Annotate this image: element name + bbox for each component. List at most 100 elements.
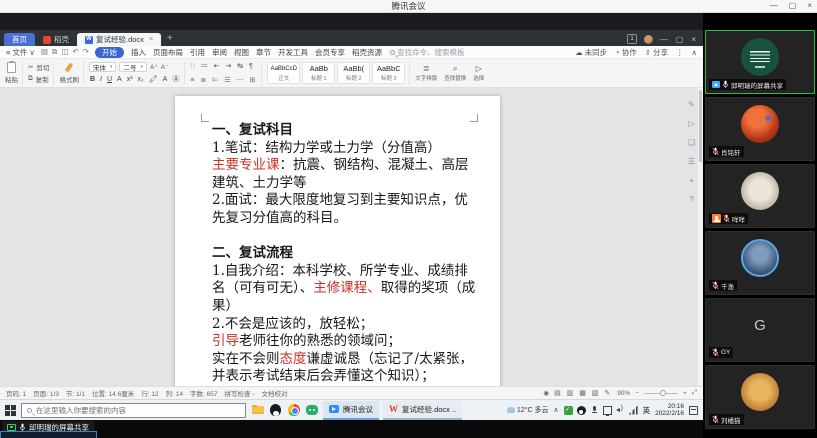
redo-icon[interactable]: ↷ <box>83 47 89 57</box>
clock[interactable]: 20:16 2022/2/16 <box>655 403 684 418</box>
participant-tile[interactable]: 邱明瑞的屏幕共享 <box>705 30 815 94</box>
outline-icon[interactable]: ☰ <box>688 157 695 166</box>
save-icon[interactable]: ▤ <box>41 47 48 57</box>
wps-minimize-icon[interactable]: — <box>660 35 668 44</box>
format-painter-button[interactable]: 格式刷 <box>59 61 84 85</box>
status-item[interactable]: 节: 1/1 <box>66 388 85 398</box>
copy-button[interactable]: ⧉复制 <box>28 74 49 84</box>
document-page[interactable]: 一、复试科目1.笔试：结构力学或土力学（分值高）主要专业课：抗震、钢结构、混凝土… <box>175 96 500 386</box>
new-tab-button[interactable]: + <box>161 33 179 46</box>
paragraph-buttons-row2[interactable]: ≡ ≣ ⊨ ☰ ⋯ ⊞ <box>190 76 257 84</box>
participant-tile[interactable]: 刘橘猫 <box>705 365 815 429</box>
superscript-button[interactable]: x² <box>126 76 134 83</box>
strikethrough-button[interactable]: A <box>116 76 123 83</box>
status-item[interactable]: 文档校对 <box>261 388 287 398</box>
qq-tray-icon[interactable] <box>577 406 586 415</box>
status-item[interactable]: 位置: 14.6厘米 <box>92 388 134 398</box>
participant-tile[interactable]: G GY <box>705 298 815 362</box>
print-icon[interactable]: ⧉ <box>52 47 57 57</box>
wps-maximize-icon[interactable]: ▢ <box>676 35 684 44</box>
maximize-icon[interactable]: ▢ <box>789 0 797 12</box>
paragraph-buttons-row1[interactable]: ∷ ≔ ⇤ ⇥ ↹ ¶ <box>190 62 257 70</box>
participant-tile[interactable]: 咩咩 <box>705 164 815 228</box>
taskbar-search[interactable]: 在这里输入你要搜索的内容 <box>21 403 246 418</box>
start-button[interactable] <box>3 403 17 417</box>
participant-tile[interactable]: 千渔 <box>705 231 815 295</box>
minimize-icon[interactable]: — <box>770 0 778 12</box>
view-mode-buttons[interactable]: ▤ ▥ ▦ ▧ ✎ <box>554 389 612 397</box>
fullscreen-icon[interactable]: ⤢ <box>692 389 697 397</box>
participant-tile[interactable]: 肖铭轩 <box>705 97 815 161</box>
tab-wps-home[interactable]: 首页 <box>4 33 35 46</box>
mic-tray-icon[interactable] <box>590 406 599 415</box>
zoom-out-icon[interactable]: − <box>635 390 639 397</box>
document-text[interactable]: 一、复试科目1.笔试：结构力学或土力学（分值高）主要专业课：抗震、钢结构、混凝土… <box>212 122 472 386</box>
paste-button[interactable]: 粘贴 <box>5 61 23 85</box>
zoom-level[interactable]: 90% <box>617 390 630 397</box>
style-card[interactable]: AaBbCcD正文 <box>267 62 300 84</box>
increase-font-icon[interactable]: A⁺ <box>150 63 158 71</box>
qq-icon[interactable] <box>268 403 283 418</box>
menu-item[interactable]: 会员专享 <box>315 47 345 58</box>
menu-item[interactable]: 视图 <box>234 47 249 58</box>
explorer-icon[interactable] <box>250 403 265 418</box>
style-card[interactable]: AaBb(标题 2 <box>337 62 370 84</box>
weather-widget[interactable]: 12°C 多云 <box>507 405 549 415</box>
enclose-char-button[interactable]: Ⓐ <box>171 74 180 84</box>
status-item[interactable]: 列: 14 <box>166 388 183 398</box>
taskbar-document-button[interactable]: W 复试经验.docx .. <box>383 401 462 420</box>
status-item[interactable]: 页面: 1/3 <box>33 388 59 398</box>
font-name-select[interactable]: 宋体▾ <box>89 62 117 72</box>
command-search[interactable]: 查找命令、搜索模板 <box>390 47 465 58</box>
subscript-button[interactable]: x₂ <box>137 76 145 83</box>
menu-item[interactable]: 章节 <box>256 47 271 58</box>
scrollbar-thumb[interactable] <box>699 90 702 162</box>
undo-icon[interactable]: ↶ <box>72 47 78 57</box>
font-color-button[interactable]: A <box>162 76 169 83</box>
underline-button[interactable]: U <box>106 76 113 83</box>
status-item[interactable]: 行: 12 <box>141 388 158 398</box>
highlight-button[interactable]: 🖍 <box>148 75 159 83</box>
notification-badge[interactable]: 1 <box>627 34 636 44</box>
menu-item[interactable]: 引用 <box>190 47 205 58</box>
menu-item[interactable]: 审阅 <box>212 47 227 58</box>
close-icon[interactable]: × <box>807 0 812 12</box>
find-replace-button[interactable]: ⌕ 查找替换 <box>444 64 466 82</box>
menu-item[interactable]: 稻壳资源 <box>352 47 382 58</box>
file-menu[interactable]: ≡ 文件 ∨ <box>6 47 35 58</box>
action-center-icon[interactable] <box>689 406 698 415</box>
display-tray-icon[interactable] <box>603 406 612 415</box>
security-tray-icon[interactable] <box>564 406 573 415</box>
avatar[interactable] <box>644 35 653 44</box>
collapse-ribbon-icon[interactable]: ∧ <box>692 48 698 57</box>
status-item[interactable]: 字数: 657 <box>190 388 217 398</box>
network-tray-icon[interactable] <box>629 406 638 415</box>
font-size-select[interactable]: 二号▾ <box>119 62 147 72</box>
volume-tray-icon[interactable] <box>616 406 625 415</box>
menu-item[interactable]: 开始 <box>95 47 124 58</box>
more-icon[interactable]: ⋮ <box>676 48 684 57</box>
add-icon[interactable]: + <box>689 176 694 185</box>
text-layout-button[interactable]: ≣ 文字排版 <box>415 64 437 82</box>
status-item[interactable]: 拼写检查 - <box>224 388 254 398</box>
style-card[interactable]: AaBbC标题 3 <box>372 62 405 84</box>
tab-close-icon[interactable]: × <box>149 33 153 46</box>
style-card[interactable]: AaBb标题 1 <box>302 62 335 84</box>
collaborate-button[interactable]: ◔ 协作 <box>615 47 637 58</box>
share-button[interactable]: ⇧ 分享 <box>645 47 668 58</box>
help-icon[interactable]: ? <box>689 195 693 204</box>
status-item[interactable]: 页码: 1 <box>6 388 26 398</box>
select-button[interactable]: ▷ 选择 <box>473 64 484 82</box>
zoom-knob[interactable] <box>660 390 666 396</box>
decrease-font-icon[interactable]: A⁻ <box>161 63 169 71</box>
vertical-scrollbar[interactable] <box>698 88 703 386</box>
comment-icon[interactable]: ❏ <box>688 138 695 147</box>
menu-item[interactable]: 插入 <box>131 47 146 58</box>
cursor-icon[interactable]: ▷ <box>688 119 694 128</box>
tab-document[interactable]: W 复试经验.docx × <box>77 33 161 46</box>
wps-close-icon[interactable]: × <box>691 35 696 44</box>
pen-icon[interactable]: ✎ <box>688 100 695 109</box>
italic-button[interactable]: I <box>99 76 103 83</box>
wechat-icon[interactable] <box>304 403 319 418</box>
menu-item[interactable]: 开发工具 <box>278 47 308 58</box>
